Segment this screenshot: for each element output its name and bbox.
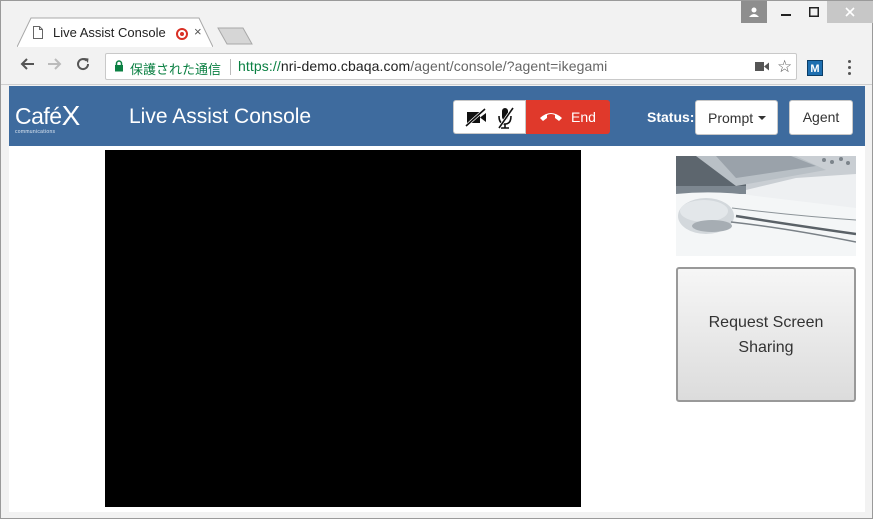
- browser-window: Live Assist Console × 保護された通信 https://nr…: [0, 0, 873, 519]
- chevron-down-icon: [758, 116, 766, 120]
- url-text[interactable]: https://nri-demo.cbaqa.com/agent/console…: [238, 58, 607, 74]
- agent-button[interactable]: Agent: [789, 100, 853, 135]
- address-bar[interactable]: 保護された通信 https://nri-demo.cbaqa.com/agent…: [105, 53, 797, 80]
- url-host: nri-demo.cbaqa.com: [280, 58, 411, 74]
- forward-icon[interactable]: [45, 56, 65, 76]
- camera-feed-image: [676, 156, 856, 256]
- console-content: Request Screen Sharing: [9, 146, 865, 512]
- bookmark-star-icon[interactable]: ☆: [777, 57, 792, 77]
- browser-tab[interactable]: Live Assist Console ×: [17, 17, 213, 47]
- request-screen-sharing-label: Request Screen Sharing: [708, 313, 824, 356]
- tab-close-icon[interactable]: ×: [194, 24, 202, 39]
- local-video-preview: [676, 156, 856, 256]
- tab-strip: Live Assist Console ×: [1, 1, 873, 47]
- tab-title: Live Assist Console: [53, 25, 166, 40]
- minimize-button[interactable]: [771, 1, 801, 23]
- recording-icon: [176, 28, 188, 40]
- mic-toggle-button[interactable]: [491, 100, 526, 134]
- logo-x: X: [61, 100, 81, 131]
- mic-off-icon: [497, 107, 515, 129]
- page-icon: [33, 26, 43, 39]
- hangup-icon: [540, 113, 562, 121]
- maximize-button[interactable]: [801, 1, 827, 23]
- url-scheme: https://: [238, 58, 281, 74]
- browser-menu-icon[interactable]: [841, 59, 857, 75]
- browser-toolbar: 保護された通信 https://nri-demo.cbaqa.com/agent…: [1, 47, 872, 85]
- extension-icon[interactable]: M: [807, 60, 823, 76]
- page-title: Live Assist Console: [129, 105, 312, 128]
- logo-subtext: communications: [15, 129, 56, 135]
- secure-label: 保護された通信: [130, 62, 222, 77]
- address-separator: [230, 59, 231, 75]
- remote-video: [105, 150, 581, 507]
- status-label: Status:: [647, 109, 695, 125]
- status-dropdown[interactable]: Prompt: [695, 100, 778, 135]
- cafex-logo: CaféX communications: [15, 99, 81, 135]
- logo-text: Café: [15, 103, 62, 129]
- reload-icon[interactable]: [73, 56, 93, 76]
- end-call-label: End: [571, 109, 596, 125]
- video-toggle-button[interactable]: [453, 100, 491, 134]
- back-icon[interactable]: [17, 56, 37, 76]
- end-call-button[interactable]: End: [526, 100, 610, 134]
- lock-icon: [115, 60, 123, 72]
- window-close-button[interactable]: [827, 1, 873, 23]
- video-off-icon: [464, 107, 487, 128]
- profile-icon[interactable]: [741, 1, 767, 23]
- status-value: Prompt: [708, 110, 754, 126]
- camera-icon[interactable]: [755, 61, 769, 72]
- request-screen-sharing-button[interactable]: Request Screen Sharing: [676, 267, 856, 402]
- new-tab-button[interactable]: [217, 27, 253, 45]
- app-header: CaféX communications Live Assist Console: [9, 86, 865, 146]
- url-path: /agent/console/?agent=ikegami: [410, 58, 608, 74]
- call-controls: End: [453, 100, 610, 134]
